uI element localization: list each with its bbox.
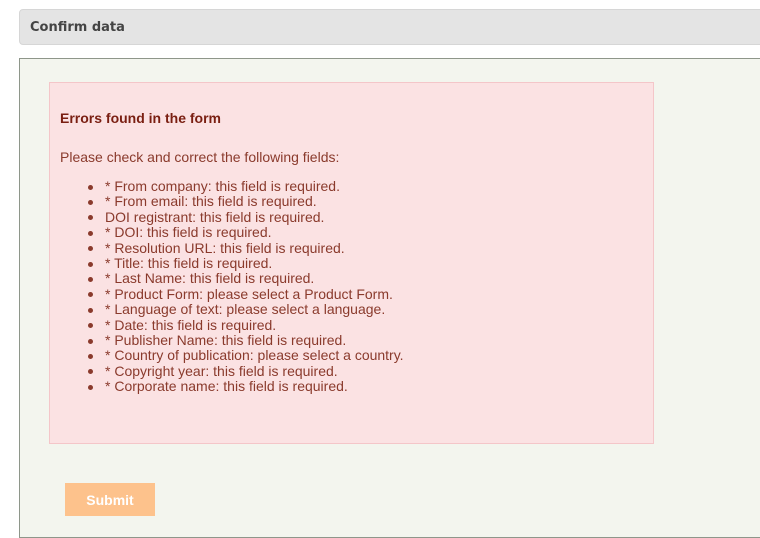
error-item: * Publisher Name: this field is required… — [88, 332, 404, 348]
error-item: * Title: this field is required. — [88, 255, 404, 271]
submit-button[interactable]: Submit — [65, 483, 155, 516]
error-item: * Product Form: please select a Product … — [88, 286, 404, 302]
error-item: * Language of text: please select a lang… — [88, 301, 404, 317]
error-item: * Country of publication: please select … — [88, 347, 404, 364]
error-intro-text: Please check and correct the following f… — [60, 149, 340, 165]
error-item: * Last Name: this field is required. — [88, 271, 404, 286]
error-heading: Errors found in the form — [60, 110, 221, 126]
section-title: Confirm data — [30, 20, 125, 35]
error-summary-box: Errors found in the form Please check an… — [49, 82, 654, 444]
error-item: * DOI: this field is required. — [88, 224, 404, 240]
error-item: * Copyright year: this field is required… — [88, 363, 404, 379]
error-item: * Resolution URL: this field is required… — [88, 240, 404, 256]
error-item: DOI registrant: this field is required. — [88, 209, 404, 225]
error-item: * From email: this field is required. — [88, 193, 404, 209]
error-list: * From company: this field is required. … — [60, 178, 404, 395]
error-item: * Date: this field is required. — [88, 317, 404, 333]
section-header: Confirm data — [19, 9, 760, 45]
error-item: * From company: this field is required. — [88, 178, 404, 194]
error-item: * Corporate name: this field is required… — [88, 378, 404, 394]
form-panel: Errors found in the form Please check an… — [19, 58, 760, 538]
